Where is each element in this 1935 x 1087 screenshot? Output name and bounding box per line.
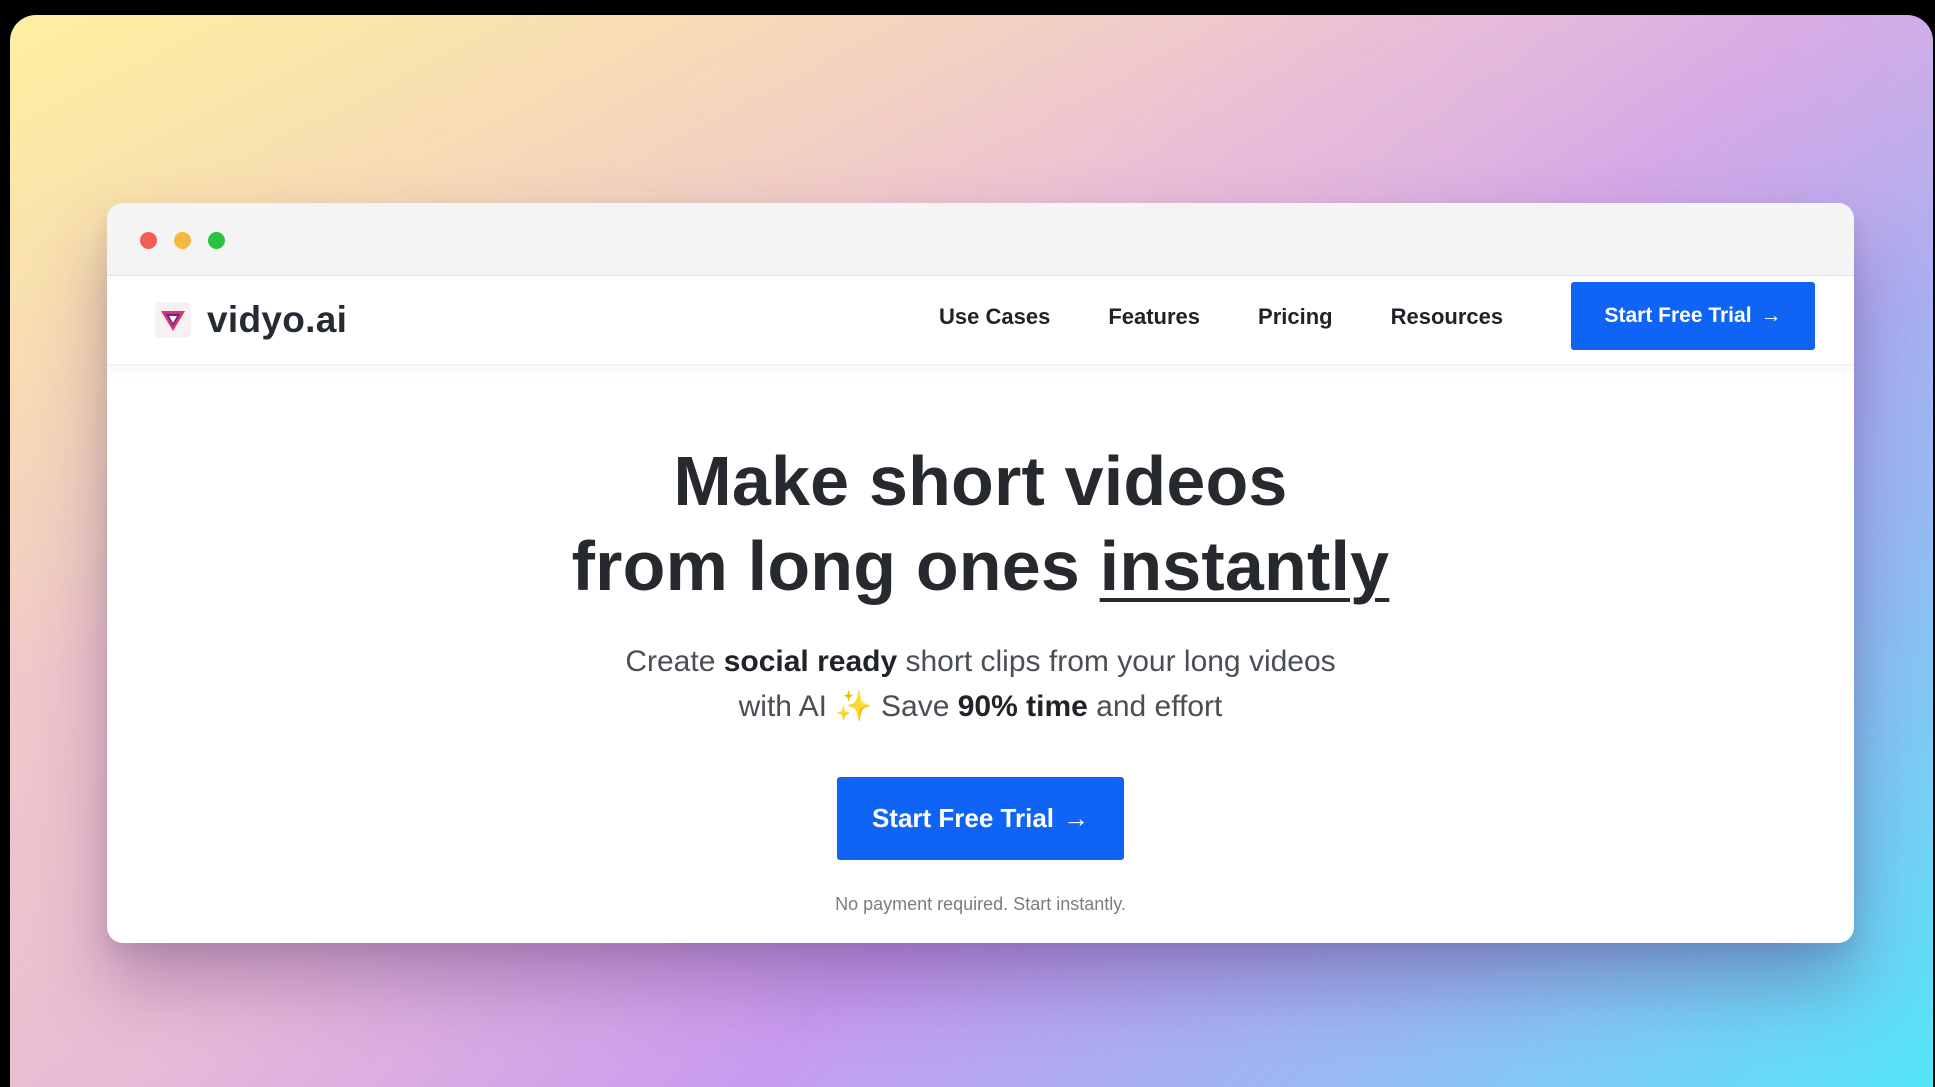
nav-features[interactable]: Features: [1108, 304, 1200, 330]
browser-window: vidyo.ai Use Cases Features Pricing Reso…: [107, 203, 1854, 943]
sub-bold-social-ready: social ready: [723, 645, 898, 678]
brand-logo-link[interactable]: vidyo.ai: [155, 299, 347, 341]
hero-cta-label: Start Free Trial: [871, 803, 1055, 833]
hero-section: Make short videos from long ones instant…: [107, 365, 1854, 915]
no-payment-note: No payment required. Start instantly.: [835, 894, 1126, 914]
window-titlebar: [107, 203, 1854, 276]
sub-part1: Create: [625, 645, 724, 678]
maximize-window-button[interactable]: [208, 232, 225, 249]
site-navbar: vidyo.ai Use Cases Features Pricing Reso…: [107, 276, 1854, 365]
sparkles-icon: ✨: [835, 690, 873, 723]
arrow-right-icon: →: [1063, 803, 1090, 833]
nav-use-cases[interactable]: Use Cases: [939, 304, 1050, 330]
close-window-button[interactable]: [140, 232, 157, 249]
minimize-window-button[interactable]: [174, 232, 191, 249]
headline-emphasis: instantly: [1099, 527, 1390, 605]
arrow-right-icon: →: [1760, 304, 1782, 327]
hero-headline: Make short videos from long ones instant…: [107, 365, 1854, 609]
headline-line2-prefix: from long ones: [571, 527, 1100, 605]
sub-bold-time: 90% time: [957, 690, 1088, 723]
nav-start-free-trial-button[interactable]: Start Free Trial →: [1571, 282, 1815, 350]
sub-part4: and effort: [1087, 690, 1223, 723]
sub-part3: Save: [872, 690, 958, 723]
nav-cta-label: Start Free Trial: [1604, 304, 1752, 327]
nav-links: Use Cases Features Pricing Resources: [939, 304, 1503, 330]
hero-start-free-trial-button[interactable]: Start Free Trial →: [837, 777, 1124, 860]
nav-pricing[interactable]: Pricing: [1258, 304, 1333, 330]
nav-resources[interactable]: Resources: [1391, 304, 1504, 330]
vidyo-logo-icon: [155, 302, 191, 338]
headline-line1: Make short videos: [673, 442, 1288, 520]
gradient-backdrop: vidyo.ai Use Cases Features Pricing Reso…: [10, 15, 1933, 1087]
brand-name: vidyo.ai: [207, 299, 348, 340]
hero-subheadline: Create social ready short clips from you…: [621, 639, 1341, 729]
